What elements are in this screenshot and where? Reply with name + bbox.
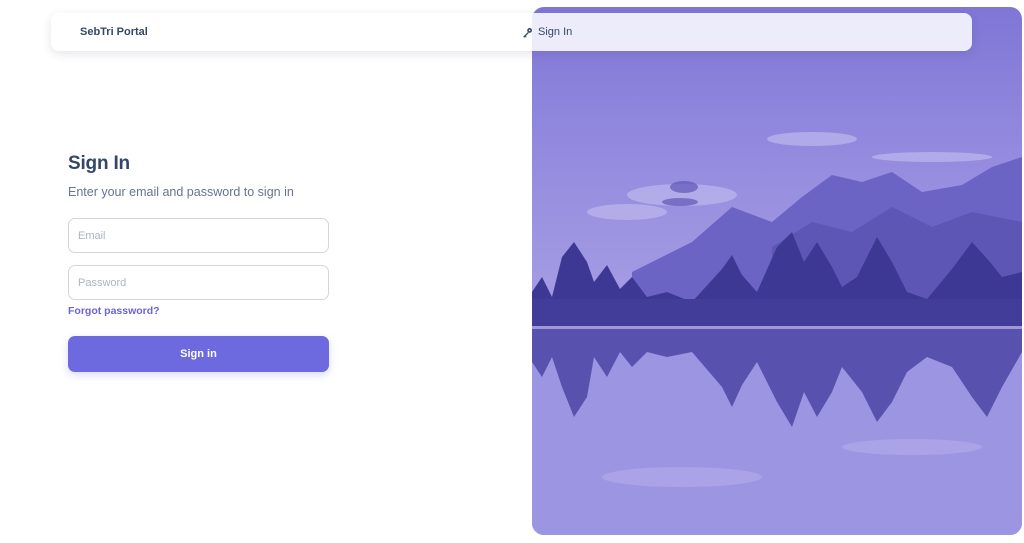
- signin-button[interactable]: Sign in: [68, 336, 329, 372]
- page-title: Sign In: [68, 153, 130, 174]
- key-icon: [523, 27, 532, 38]
- nav-signin-link[interactable]: Sign In: [522, 13, 572, 51]
- landscape-illustration: [532, 132, 1022, 535]
- page-subtitle: Enter your email and password to sign in: [68, 185, 294, 199]
- hero-landscape-image: [532, 7, 1022, 535]
- email-input[interactable]: [68, 218, 329, 253]
- brand-logo-text[interactable]: SebTri Portal: [80, 13, 148, 51]
- forgot-password-link[interactable]: Forgot password?: [68, 305, 160, 317]
- top-navbar: SebTri Portal Sign In: [51, 13, 972, 51]
- password-input[interactable]: [68, 265, 329, 300]
- nav-signin-label: Sign In: [538, 26, 573, 38]
